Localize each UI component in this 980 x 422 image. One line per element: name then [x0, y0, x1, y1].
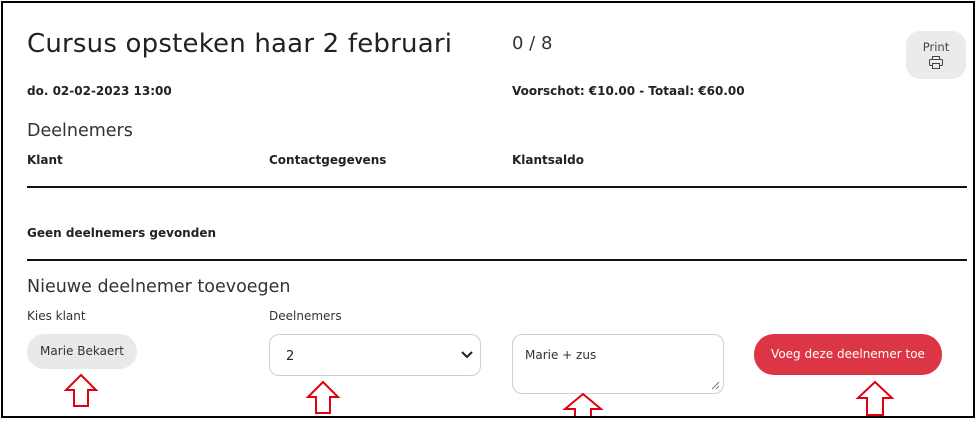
table-divider: [27, 186, 967, 188]
print-button[interactable]: Print: [906, 31, 966, 79]
printer-icon: [929, 56, 943, 69]
participant-count-label: Deelnemers: [269, 309, 342, 323]
table-divider: [27, 259, 967, 261]
course-pricing: Voorschot: €10.00 - Totaal: €60.00: [512, 84, 745, 98]
chevron-down-icon: [461, 351, 473, 359]
column-header-balance: Klantsaldo: [512, 153, 584, 167]
participant-count-select[interactable]: 2: [269, 334, 481, 376]
participant-count-value: 2: [286, 349, 295, 364]
up-arrow-annotation-icon: [855, 380, 895, 416]
print-button-label: Print: [922, 40, 950, 54]
up-arrow-annotation-icon: [305, 380, 341, 414]
participants-heading: Deelnemers: [27, 121, 133, 141]
add-participant-button[interactable]: Voeg deze deelnemer toe: [754, 334, 942, 375]
up-arrow-annotation-icon: [562, 392, 604, 416]
client-select-chip[interactable]: Marie Bekaert: [27, 334, 137, 369]
note-textarea[interactable]: Marie + zus: [512, 334, 724, 394]
column-header-contact: Contactgegevens: [269, 153, 387, 167]
client-label: Kies klant: [27, 309, 86, 323]
add-participant-heading: Nieuwe deelnemer toevoegen: [27, 277, 291, 297]
course-datetime: do. 02-02-2023 13:00: [27, 84, 172, 98]
up-arrow-annotation-icon: [63, 373, 99, 407]
course-detail-panel: Cursus opsteken haar 2 februari 0 / 8 Pr…: [1, 1, 975, 418]
note-value: Marie + zus: [525, 348, 597, 362]
resize-grip-icon[interactable]: [711, 381, 720, 390]
course-title: Cursus opsteken haar 2 februari: [27, 29, 453, 59]
capacity-count: 0 / 8: [512, 33, 553, 54]
empty-state-message: Geen deelnemers gevonden: [27, 226, 216, 240]
column-header-client: Klant: [27, 153, 63, 167]
